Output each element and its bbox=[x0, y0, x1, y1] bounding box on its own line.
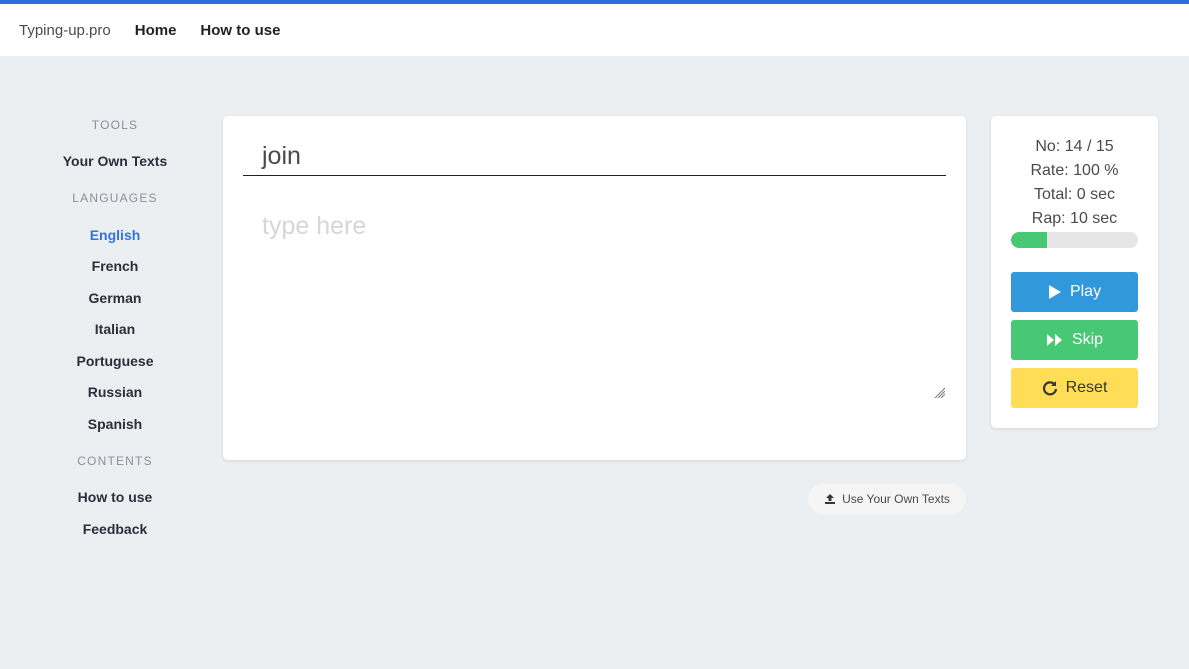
stats-card: No: 14 / 15 Rate: 100 % Total: 0 sec Rap… bbox=[991, 116, 1158, 428]
use-own-texts-label: Use Your Own Texts bbox=[842, 492, 950, 506]
brand-link[interactable]: Typing-up.pro bbox=[19, 22, 111, 39]
stat-number: No: 14 / 15 bbox=[1035, 138, 1114, 155]
target-word: join bbox=[243, 138, 946, 176]
play-label: Play bbox=[1069, 283, 1102, 300]
play-button[interactable]: Play bbox=[1011, 272, 1138, 312]
nav-home[interactable]: Home bbox=[135, 22, 177, 39]
progress-bar bbox=[1011, 232, 1138, 248]
sidebar-heading-contents: CONTENTS bbox=[77, 454, 153, 468]
reset-button[interactable]: Reset bbox=[1011, 368, 1138, 408]
reset-label: Reset bbox=[1065, 379, 1108, 396]
stat-total: Total: 0 sec bbox=[1034, 186, 1115, 203]
typing-card: join bbox=[223, 116, 966, 460]
sidebar-item-russian[interactable]: Russian bbox=[40, 384, 190, 400]
redo-icon bbox=[1042, 381, 1057, 396]
typing-input[interactable] bbox=[243, 200, 948, 402]
sidebar-heading-tools: TOOLS bbox=[91, 118, 139, 132]
sidebar-item-german[interactable]: German bbox=[40, 290, 190, 306]
sidebar-item-your-own-texts[interactable]: Your Own Texts bbox=[40, 153, 190, 169]
sidebar-item-how-to-use[interactable]: How to use bbox=[40, 489, 190, 505]
play-icon bbox=[1048, 285, 1061, 299]
stat-rap: Rap: 10 sec bbox=[1031, 210, 1118, 227]
navbar: Typing-up.pro Home How to use bbox=[0, 4, 1189, 56]
sidebar-item-spanish[interactable]: Spanish bbox=[40, 416, 190, 432]
sidebar-item-portuguese[interactable]: Portuguese bbox=[40, 353, 190, 369]
resize-grip-icon[interactable] bbox=[933, 386, 945, 398]
nav-how-to-use[interactable]: How to use bbox=[200, 22, 280, 39]
stat-rate: Rate: 100 % bbox=[1030, 162, 1119, 179]
sidebar-item-french[interactable]: French bbox=[40, 258, 190, 274]
skip-button[interactable]: Skip bbox=[1011, 320, 1138, 360]
upload-icon bbox=[825, 494, 836, 504]
use-own-texts-button[interactable]: Use Your Own Texts bbox=[808, 484, 966, 514]
skip-label: Skip bbox=[1071, 331, 1104, 348]
sidebar-heading-languages: LANGUAGES bbox=[72, 191, 158, 205]
sidebar-item-italian[interactable]: Italian bbox=[40, 321, 190, 337]
sidebar-item-feedback[interactable]: Feedback bbox=[40, 521, 190, 537]
progress-fill bbox=[1011, 232, 1047, 248]
fast-forward-icon bbox=[1046, 334, 1062, 346]
sidebar-item-english[interactable]: English bbox=[40, 227, 190, 243]
